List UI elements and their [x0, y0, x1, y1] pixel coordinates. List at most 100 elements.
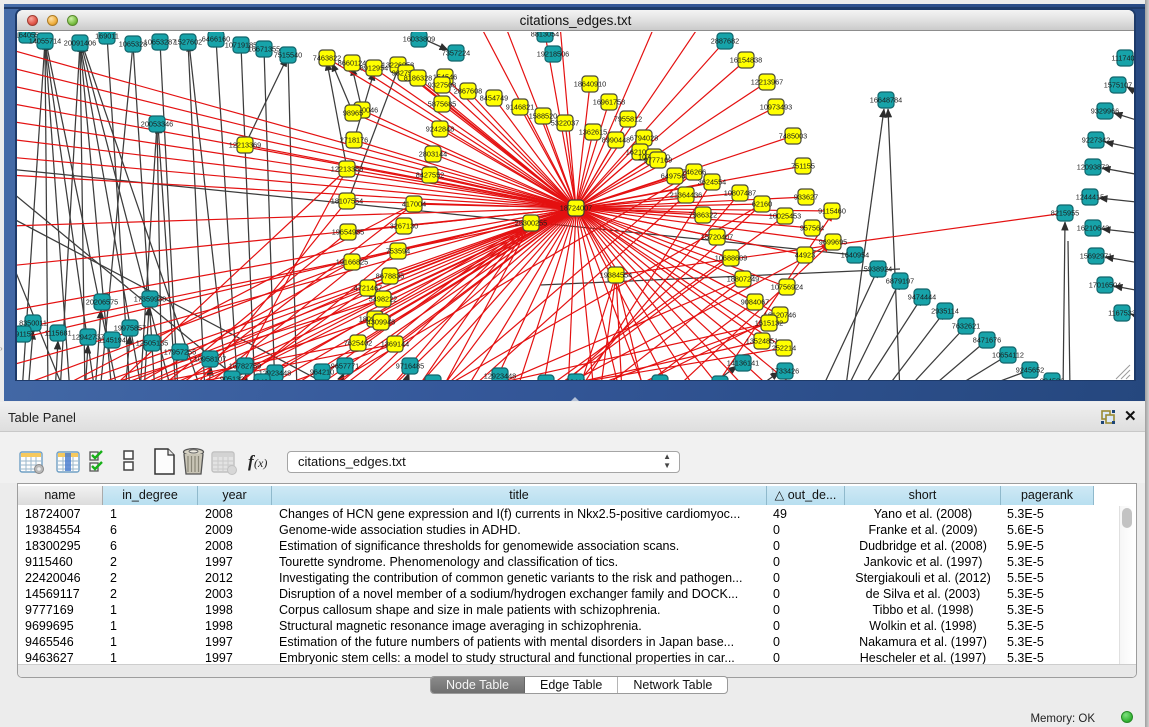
- svg-text:5875685: 5875685: [428, 100, 456, 109]
- svg-text:15692971: 15692971: [1080, 252, 1112, 261]
- svg-text:9327508: 9327508: [428, 81, 456, 90]
- svg-text:10958107: 10958107: [194, 355, 226, 364]
- svg-text:17016504: 17016504: [1089, 281, 1121, 290]
- svg-text:252214: 252214: [772, 344, 796, 353]
- svg-text:5938924: 5938924: [864, 265, 892, 274]
- svg-text:8215955: 8215955: [1051, 209, 1079, 218]
- svg-text:824506: 824506: [1040, 377, 1064, 380]
- svg-text:7632621: 7632621: [952, 322, 980, 331]
- svg-text:7986322: 7986322: [689, 211, 717, 220]
- svg-text:10025453: 10025453: [769, 212, 801, 221]
- svg-text:9242848: 9242848: [426, 125, 454, 134]
- svg-text:80412: 80412: [566, 378, 586, 380]
- svg-text:21364436: 21364436: [670, 191, 702, 200]
- svg-text:8454749: 8454749: [480, 94, 508, 103]
- svg-text:20091406: 20091406: [64, 39, 96, 48]
- svg-text:957564: 957564: [800, 224, 824, 233]
- svg-text:391157: 391157: [17, 330, 35, 339]
- svg-text:16033809: 16033809: [403, 35, 435, 44]
- svg-text:753594: 753594: [386, 247, 410, 256]
- svg-text:16961758: 16961758: [593, 98, 625, 107]
- svg-text:3624554: 3624554: [698, 178, 726, 187]
- svg-text:9716485: 9716485: [396, 362, 424, 371]
- svg-text:1117403: 1117403: [1111, 54, 1134, 63]
- svg-text:18807249: 18807249: [727, 275, 759, 284]
- svg-text:9777169: 9777169: [644, 156, 672, 165]
- svg-text:746266: 746266: [682, 168, 706, 177]
- svg-text:1575107: 1575107: [1104, 81, 1132, 90]
- svg-text:9699695: 9699695: [819, 238, 847, 247]
- svg-text:6879197: 6879197: [886, 277, 914, 286]
- svg-text:20053346: 20053346: [141, 120, 173, 129]
- svg-text:12923448: 12923448: [484, 372, 516, 380]
- svg-text:19975857: 19975857: [114, 324, 146, 333]
- svg-text:10807487: 10807487: [724, 189, 756, 198]
- svg-text:7485003: 7485003: [779, 132, 807, 141]
- svg-text:12093872: 12093872: [1077, 163, 1109, 172]
- svg-text:2887682: 2887682: [711, 37, 739, 46]
- svg-text:12505135: 12505135: [136, 339, 168, 348]
- svg-text:62160: 62160: [752, 200, 772, 209]
- svg-text:14055714: 14055714: [29, 37, 61, 46]
- svg-text:1369144: 1369144: [381, 340, 409, 349]
- svg-text:1115681: 1115681: [44, 329, 71, 338]
- svg-text:7357224: 7357224: [442, 49, 470, 58]
- svg-text:16648784: 16648784: [870, 96, 902, 105]
- svg-text:12213369: 12213369: [229, 141, 261, 150]
- svg-text:12213383: 12213383: [331, 165, 363, 174]
- svg-text:16154838: 16154838: [730, 56, 762, 65]
- svg-text:2867608: 2867608: [454, 87, 482, 96]
- svg-text:18640910: 18640910: [574, 80, 606, 89]
- svg-text:10756924: 10756924: [771, 283, 803, 292]
- svg-text:905132: 905132: [220, 375, 244, 380]
- svg-text:7515540: 7515540: [274, 51, 302, 60]
- svg-text:(x): (x): [254, 456, 267, 470]
- svg-text:17957255: 17957255: [164, 348, 196, 357]
- svg-text:2803144: 2803144: [419, 150, 447, 159]
- svg-text:14136141: 14136141: [727, 359, 759, 368]
- svg-text:16210643: 16210643: [1077, 224, 1109, 233]
- svg-text:98965: 98965: [343, 109, 363, 118]
- svg-text:8427552: 8427552: [416, 171, 444, 180]
- svg-text:20206575: 20206575: [86, 298, 118, 307]
- svg-text:19384554: 19384554: [600, 271, 632, 280]
- svg-text:44923: 44923: [795, 251, 815, 260]
- svg-text:8990448: 8990448: [602, 136, 630, 145]
- svg-text:5498222: 5498222: [369, 295, 397, 304]
- svg-text:8471676: 8471676: [973, 336, 1001, 345]
- svg-text:3267130: 3267130: [390, 222, 418, 231]
- svg-text:18107554: 18107554: [331, 197, 363, 206]
- svg-text:88401: 88401: [252, 378, 272, 380]
- svg-text:18724007: 18724007: [560, 204, 592, 213]
- svg-text:7625402: 7625402: [344, 339, 372, 348]
- svg-text:1527602: 1527602: [174, 38, 202, 47]
- svg-text:9657771: 9657771: [331, 362, 359, 371]
- svg-text:19166825: 19166825: [336, 258, 368, 267]
- svg-text:417004: 417004: [402, 200, 426, 209]
- svg-text:1145194: 1145194: [98, 336, 126, 345]
- svg-text:1167533: 1167533: [1108, 309, 1134, 318]
- svg-text:6794028: 6794028: [630, 134, 658, 143]
- svg-text:15720407: 15720407: [701, 233, 733, 242]
- svg-text:10973493: 10973493: [760, 103, 792, 112]
- svg-text:10653287: 10653287: [144, 38, 176, 47]
- svg-text:4309948: 4309948: [367, 318, 395, 327]
- svg-text:1640954: 1640954: [841, 251, 869, 260]
- svg-text:9084067: 9084067: [741, 298, 769, 307]
- svg-text:5322037: 5322037: [551, 119, 579, 128]
- svg-text:7955812: 7955812: [614, 115, 642, 124]
- svg-text:25300255: 25300255: [515, 219, 547, 228]
- svg-text:8813054: 8813054: [531, 32, 559, 39]
- svg-text:9115460: 9115460: [818, 207, 846, 216]
- svg-text:169011: 169011: [95, 32, 119, 41]
- svg-text:12213967: 12213967: [751, 78, 783, 87]
- svg-text:9474444: 9474444: [908, 293, 936, 302]
- svg-text:9245652: 9245652: [1016, 366, 1044, 375]
- svg-text:1615132: 1615132: [755, 319, 783, 328]
- svg-text:964107: 964107: [534, 379, 558, 380]
- svg-text:19654985: 19654985: [332, 228, 364, 237]
- svg-text:9329966: 9329966: [1091, 107, 1119, 116]
- svg-text:16782759: 16782759: [229, 362, 261, 371]
- svg-text:1244415: 1244415: [1076, 193, 1104, 202]
- svg-text:2935114: 2935114: [931, 307, 959, 316]
